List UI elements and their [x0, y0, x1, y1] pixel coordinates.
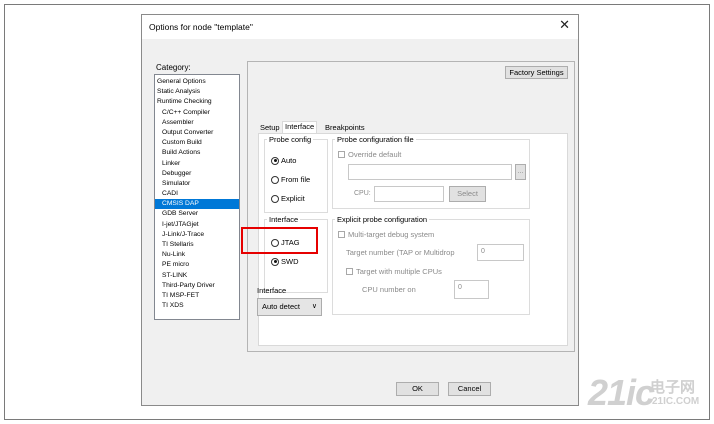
category-item[interactable]: TI MSP-FET: [155, 291, 239, 301]
target-number-input[interactable]: 0: [477, 244, 524, 261]
override-default-box: [338, 151, 345, 158]
category-item[interactable]: ST-LINK: [155, 271, 239, 281]
probe-config-label: Probe config: [267, 135, 314, 145]
category-item[interactable]: TI Stellaris: [155, 240, 239, 250]
category-item[interactable]: GDB Server: [155, 209, 239, 219]
watermark-logo: 21ic: [588, 372, 655, 413]
cpu-input[interactable]: [374, 186, 444, 202]
multi-target-box: [338, 231, 345, 238]
category-item[interactable]: Third-Party Driver: [155, 281, 239, 291]
cpu-label: CPU:: [354, 190, 371, 197]
radio-from-file-label: From file: [281, 175, 311, 184]
multiple-cpus-label: Target with multiple CPUs: [356, 267, 442, 276]
category-item[interactable]: Custom Build: [155, 138, 239, 148]
category-item[interactable]: General Options: [155, 77, 239, 87]
multi-target-checkbox[interactable]: Multi-target debug system: [338, 230, 434, 239]
radio-auto-label: Auto: [281, 156, 297, 165]
category-item[interactable]: Nu-Link: [155, 250, 239, 260]
override-default-label: Override default: [348, 150, 402, 159]
probe-config-file-group: Probe configuration file Override defaul…: [332, 135, 530, 209]
explicit-probe-group: Explicit probe configuration Multi-targe…: [332, 215, 530, 315]
browse-button[interactable]: ...: [515, 164, 526, 180]
category-item[interactable]: Linker: [155, 159, 239, 169]
override-default-checkbox[interactable]: Override default: [338, 150, 401, 159]
radio-swd-label: SWD: [281, 257, 299, 266]
category-item[interactable]: Assembler: [155, 118, 239, 128]
probe-config-file-label: Probe configuration file: [335, 135, 416, 145]
category-item[interactable]: C/C++ Compiler: [155, 108, 239, 118]
watermark-sub: 21IC.COM: [652, 396, 700, 407]
probe-file-path-input[interactable]: [348, 164, 512, 180]
dialog-title: Options for node "template": [149, 22, 253, 32]
radio-swd-indicator: [271, 257, 279, 266]
cpu-number-label: CPU number on: [362, 285, 416, 294]
category-item[interactable]: Output Converter: [155, 128, 239, 138]
category-item[interactable]: Runtime Checking: [155, 97, 239, 107]
watermark-cn: 电子网: [650, 379, 696, 396]
radio-from-file[interactable]: From file: [271, 175, 310, 184]
ok-button[interactable]: OK: [396, 382, 439, 396]
title-bar: Options for node "template" ✕: [142, 15, 578, 39]
select-cpu-button[interactable]: Select: [449, 186, 486, 202]
close-icon[interactable]: ✕: [559, 18, 570, 32]
category-item[interactable]: CADI: [155, 189, 239, 199]
category-item[interactable]: Debugger: [155, 169, 239, 179]
multiple-cpus-box: [346, 268, 353, 275]
category-item[interactable]: I-jet/JTAGjet: [155, 220, 239, 230]
radio-auto[interactable]: Auto: [271, 156, 296, 165]
options-dialog: Options for node "template" ✕ Category: …: [141, 14, 579, 406]
category-item[interactable]: Static Analysis: [155, 87, 239, 97]
explicit-probe-label: Explicit probe configuration: [335, 215, 430, 225]
radio-auto-indicator: [271, 156, 279, 165]
interface-select[interactable]: Auto detect ∨: [257, 298, 322, 316]
multi-target-label: Multi-target debug system: [348, 230, 435, 239]
interface-select-value: Auto detect: [262, 302, 300, 311]
chevron-down-icon: ∨: [311, 303, 317, 310]
category-item[interactable]: CMSIS DAP: [155, 199, 239, 210]
radio-from-file-indicator: [271, 175, 279, 184]
category-item[interactable]: PE micro: [155, 260, 239, 270]
radio-explicit[interactable]: Explicit: [271, 194, 305, 203]
category-item[interactable]: Build Actions: [155, 148, 239, 158]
target-number-label: Target number (TAP or Multidrop: [346, 248, 455, 257]
category-item[interactable]: Simulator: [155, 179, 239, 189]
cpu-number-input[interactable]: 0: [454, 280, 489, 299]
category-item[interactable]: TI XDS: [155, 301, 239, 311]
swd-highlight-box: [241, 227, 318, 254]
category-label: Category:: [156, 63, 191, 72]
interface-group-label: Interface: [267, 215, 301, 225]
category-list[interactable]: General Options Static Analysis Runtime Ch…: [154, 74, 240, 320]
probe-config-group: Probe config Auto From file Explicit: [264, 135, 328, 213]
factory-settings-button[interactable]: Factory Settings: [505, 66, 568, 79]
interface-select-label: Interface: [257, 286, 287, 295]
radio-explicit-indicator: [271, 194, 279, 203]
radio-swd[interactable]: SWD: [271, 257, 299, 266]
category-item[interactable]: J-Link/J-Trace: [155, 230, 239, 240]
cancel-button[interactable]: Cancel: [448, 382, 491, 396]
multiple-cpus-checkbox[interactable]: Target with multiple CPUs: [346, 267, 442, 276]
radio-explicit-label: Explicit: [281, 194, 305, 203]
